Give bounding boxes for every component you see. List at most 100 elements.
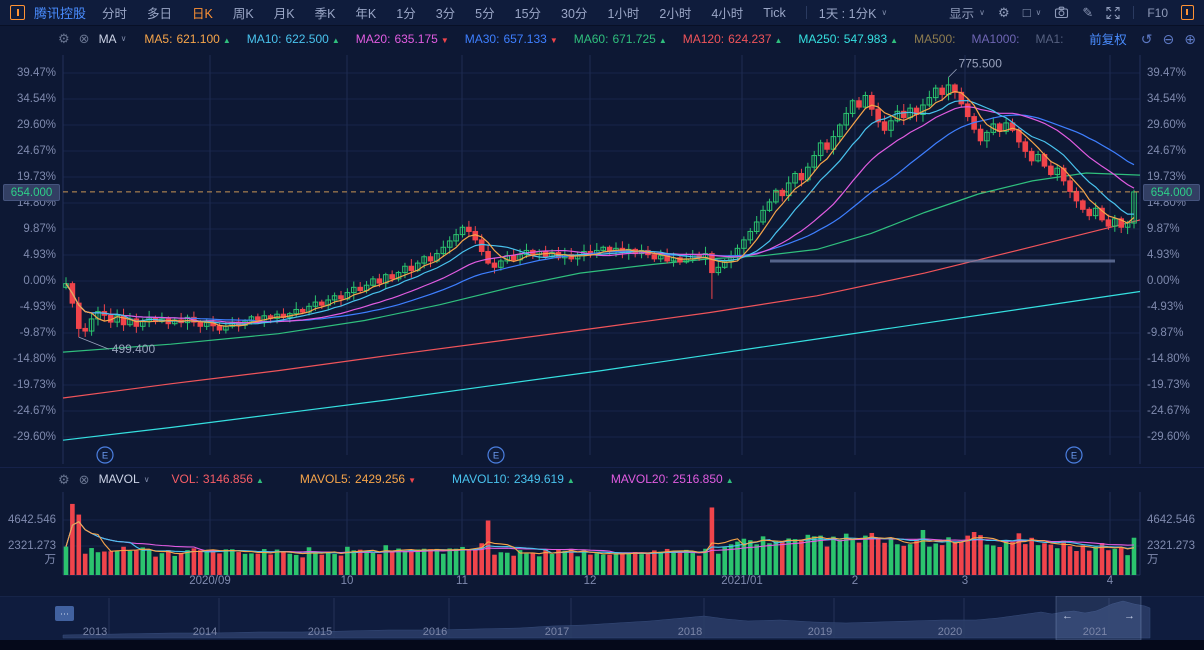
- indicator-value-MAVOL5[interactable]: MAVOL5:2429.256▼: [300, 472, 416, 486]
- tab-15分[interactable]: 15分: [515, 3, 541, 22]
- indicator-value-MAVOL20[interactable]: MAVOL20:2516.850▲: [611, 472, 734, 486]
- year-label: 2015: [308, 626, 332, 638]
- square-icon: □: [1023, 6, 1031, 19]
- price-tick: 19.73%: [0, 170, 56, 184]
- tab-日K[interactable]: 日K: [192, 3, 213, 22]
- display-dropdown[interactable]: 显示 ∨: [949, 3, 985, 22]
- chart-type-dropdown[interactable]: □ ∨: [1023, 6, 1042, 19]
- up-arrow-icon: ▲: [567, 476, 575, 485]
- volume-chart-canvas[interactable]: [0, 492, 1204, 592]
- earnings-e-marker[interactable]: E: [488, 447, 504, 463]
- low-price-marker: 499.400: [112, 342, 156, 356]
- navigator-more-button[interactable]: ···: [55, 606, 74, 621]
- price-tick: 34.54%: [0, 92, 56, 106]
- settings-gear-icon[interactable]: ⚙: [998, 6, 1010, 19]
- indicator-title[interactable]: MA: [99, 32, 117, 46]
- undo-icon[interactable]: ↺: [1141, 32, 1153, 46]
- tab-1小时[interactable]: 1小时: [607, 3, 639, 22]
- tab-周K[interactable]: 周K: [233, 3, 254, 22]
- indicator-value-MA30[interactable]: MA30:657.133▼: [465, 32, 558, 46]
- selection-left-arrow-icon[interactable]: ←: [1062, 610, 1073, 622]
- selection-right-arrow-icon[interactable]: →: [1124, 610, 1135, 622]
- indicator-label: MA500:: [914, 32, 955, 46]
- indicator-value-MAVOL10[interactable]: MAVOL10:2349.619▲: [452, 472, 575, 486]
- earnings-e-marker[interactable]: E: [1066, 447, 1082, 463]
- up-arrow-icon: ▲: [223, 36, 231, 45]
- volume-values: VOL:3146.856▲ MAVOL5:2429.256▼ MAVOL10:234…: [172, 472, 770, 486]
- indicator-label: MA5:: [144, 32, 172, 46]
- down-arrow-icon: ▼: [441, 36, 449, 45]
- indicator-settings-gear-icon[interactable]: ⚙: [58, 473, 70, 486]
- tab-1分[interactable]: 1分: [396, 3, 415, 22]
- tab-4小时[interactable]: 4小时: [711, 3, 743, 22]
- indicator-value-MA60[interactable]: MA60:671.725▲: [574, 32, 667, 46]
- indicator-value-MA5[interactable]: MA5:621.100▲: [144, 32, 230, 46]
- zoom-in-icon[interactable]: ⊕: [1184, 32, 1196, 46]
- multi-period-combo[interactable]: 1天 : 1分K ∨: [819, 3, 888, 22]
- single-stock-icon[interactable]: [1181, 5, 1194, 20]
- tab-分时[interactable]: 分时: [102, 3, 127, 22]
- indicator-value-VOL[interactable]: VOL:3146.856▲: [172, 472, 264, 486]
- indicator-title[interactable]: MAVOL: [99, 472, 140, 486]
- tab-年K[interactable]: 年K: [355, 3, 376, 22]
- candle-style-icon[interactable]: [10, 5, 25, 20]
- price-tick: 29.60%: [0, 118, 56, 132]
- tab-2小时[interactable]: 2小时: [659, 3, 691, 22]
- svg-text:E: E: [102, 451, 108, 462]
- indicator-value-MA20[interactable]: MA20:635.175▼: [356, 32, 449, 46]
- volume-unit: 万: [1147, 553, 1159, 567]
- tab-3分[interactable]: 3分: [436, 3, 455, 22]
- chevron-down-icon[interactable]: ∨: [121, 34, 127, 43]
- history-navigator[interactable]: ←→···20132014201520162017201820192020202…: [0, 596, 1204, 640]
- price-tick: 24.67%: [0, 144, 56, 158]
- zoom-out-icon[interactable]: ⊖: [1163, 32, 1175, 46]
- f10-button[interactable]: F10: [1147, 6, 1168, 20]
- year-label: 2019: [808, 626, 832, 638]
- indicator-value-MA500[interactable]: MA500:: [914, 32, 955, 46]
- trading-app-window: 腾讯控股 分时 多日 日K 周K 月K 季K 年K 1分 3分 5分 15分 30分 1小时 2小时 4小时…: [0, 0, 1204, 650]
- price-tick: -14.80%: [1147, 352, 1190, 366]
- tab-Tick[interactable]: Tick: [763, 6, 785, 20]
- tab-30分[interactable]: 30分: [561, 3, 587, 22]
- tab-季K[interactable]: 季K: [315, 3, 336, 22]
- indicator-number: 2516.850: [673, 472, 723, 486]
- date-label: 2020/09: [189, 575, 231, 587]
- camera-icon[interactable]: [1054, 5, 1069, 20]
- tab-多日[interactable]: 多日: [147, 3, 172, 22]
- tab-月K[interactable]: 月K: [274, 3, 295, 22]
- pencil-draw-icon[interactable]: ✎: [1082, 6, 1093, 19]
- indicator-label: MA20:: [356, 32, 391, 46]
- stock-name[interactable]: 腾讯控股: [34, 3, 86, 22]
- price-tick: 19.73%: [1147, 170, 1186, 184]
- indicator-value-MA250[interactable]: MA250:547.983▲: [798, 32, 898, 46]
- indicator-close-icon[interactable]: ⊗: [79, 473, 90, 486]
- candlestick-chart-canvas[interactable]: 775.500499.400EEE: [0, 50, 1204, 468]
- display-label: 显示: [949, 3, 974, 22]
- year-label: 2013: [83, 626, 107, 638]
- up-arrow-icon: ▲: [659, 36, 667, 45]
- volume-tick: 2321.273: [0, 539, 56, 553]
- up-arrow-icon: ▲: [890, 36, 898, 45]
- indicator-label: MAVOL10:: [452, 472, 510, 486]
- indicator-settings-gear-icon[interactable]: ⚙: [58, 32, 70, 45]
- earnings-e-marker[interactable]: E: [97, 447, 113, 463]
- date-label: 10: [341, 575, 354, 587]
- indicator-close-icon[interactable]: ⊗: [79, 32, 90, 45]
- svg-text:···: ···: [60, 609, 69, 619]
- toolbar-divider: [806, 6, 807, 19]
- chevron-down-icon[interactable]: ∨: [144, 475, 150, 484]
- indicator-number: 671.725: [612, 32, 655, 46]
- indicator-value-MA10[interactable]: MA10:622.500▲: [247, 32, 340, 46]
- year-label: 2021: [1083, 626, 1107, 638]
- adjust-mode-button[interactable]: 前复权: [1089, 29, 1127, 48]
- tab-5分[interactable]: 5分: [475, 3, 494, 22]
- indicator-value-MA1[interactable]: MA1:: [1035, 32, 1063, 46]
- price-tick: 29.60%: [1147, 118, 1186, 132]
- price-tick: -24.67%: [0, 404, 56, 418]
- current-price-badge-right: 654.000: [1143, 184, 1200, 201]
- ma60-line: [63, 173, 1140, 352]
- year-label: 2018: [678, 626, 702, 638]
- indicator-value-MA120[interactable]: MA120:624.237▲: [683, 32, 783, 46]
- fullscreen-expand-icon[interactable]: [1106, 6, 1120, 20]
- indicator-value-MA1000[interactable]: MA1000:: [971, 32, 1019, 46]
